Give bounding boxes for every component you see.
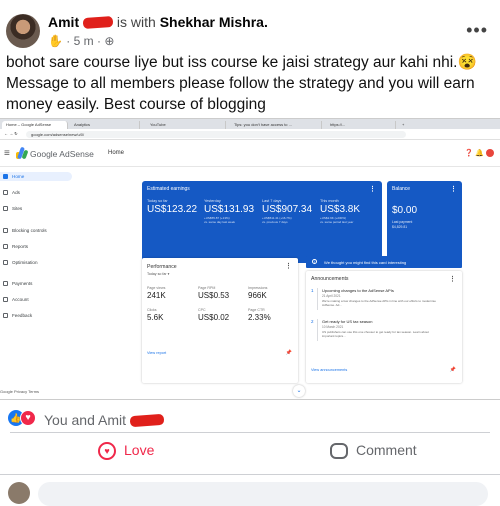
earnings-title: Estimated earnings	[147, 186, 190, 192]
browser-urlbar: ← → ↻ google.com/adsense/new/u/0/	[0, 129, 500, 140]
tagged-name[interactable]: Shekhar Mishra.	[160, 14, 268, 30]
performance-range: Today so far ▾	[147, 272, 170, 276]
announcements-card: Announcements ⋮ 1 Upcoming changes to th…	[306, 271, 462, 383]
comment-input[interactable]	[38, 482, 488, 506]
earnings-this-month: This month US$3.8K +US$2.9K (+230%) vs. …	[320, 199, 361, 224]
help-icon: ❓	[464, 150, 474, 157]
post-text: bohot sare course liye but iss course ke…	[6, 54, 477, 113]
pin-icon: 📌	[449, 367, 456, 373]
comment-composer	[0, 476, 500, 506]
browser-tab: YouTube	[146, 121, 226, 129]
nav-footer: Google Privacy Terms	[0, 389, 40, 394]
bell-icon: 🔔	[475, 150, 485, 157]
performance-menu-icon: ⋮	[285, 263, 292, 270]
love-button[interactable]: ♥ Love	[98, 442, 154, 468]
url-field: google.com/adsense/new/u/0/	[26, 131, 406, 138]
chevron-down-icon: ⌄	[293, 385, 305, 397]
adsense-sidenav: Home Ads Sites Blocking controls Reports…	[0, 167, 80, 399]
redaction-scribble	[82, 15, 114, 30]
nav-item-feedback: Feedback	[0, 311, 72, 320]
nav-arrows-icon: ← → ↻	[4, 131, 18, 136]
nav-item-payments: Payments	[0, 279, 72, 288]
author-line: Amit is with Shekhar Mishra.	[48, 14, 268, 30]
view-announcements-link: View announcements	[311, 368, 348, 372]
announcements-title: Announcements	[311, 276, 349, 282]
announcements-menu-icon: ⋮	[449, 276, 456, 283]
performance-title: Performance	[147, 264, 177, 270]
balance-menu-icon: ⋮	[450, 186, 457, 193]
adsense-header: ≡ Google AdSense Home ❓ 🔔	[0, 141, 500, 167]
metric-page-ctr: Page CTR 2.33%	[248, 308, 271, 322]
hamburger-icon: ≡	[4, 148, 10, 159]
adsense-logo-icon	[16, 146, 29, 160]
earnings-menu-icon: ⋮	[369, 186, 376, 193]
recommendation-text: We thought you might find this card inte…	[324, 260, 407, 265]
performance-card: Performance ⋮ Today so far ▾ Page views …	[142, 258, 298, 383]
with-text: is with	[116, 14, 156, 30]
metric-cpc: CPC US$0.02	[198, 308, 230, 322]
page-title: Home	[108, 150, 125, 156]
post-time[interactable]: 5 m	[74, 34, 94, 48]
info-icon: i	[312, 259, 317, 264]
metric-page-rpm: Page RPM US$0.53	[198, 286, 230, 300]
browser-tab: Tips: you don't have access to ...	[230, 121, 322, 129]
browser-tab: https://...	[326, 121, 396, 129]
metric-impressions: Impressions 966K	[248, 286, 268, 300]
nav-item-account: Account	[0, 295, 72, 304]
reactions-row[interactable]: 👍 ♥ You and Amit	[0, 406, 500, 432]
estimated-earnings-card: Estimated earnings ⋮ Today so far US$123…	[142, 181, 382, 263]
metric-page-views: Page views 241K	[147, 286, 166, 300]
nav-item-reports: Reports	[0, 242, 72, 251]
browser-tab: Home – Google AdSense	[2, 121, 68, 129]
balance-value: $0.00	[392, 205, 418, 216]
balance-title: Balance	[392, 186, 411, 192]
browser-tab: Analytics	[70, 121, 140, 129]
post-header: Amit is with Shekhar Mishra. ✋ · 5 m · ⊕…	[0, 0, 500, 52]
heart-icon: ♥	[98, 442, 116, 461]
earnings-today: Today so far US$123.22	[147, 199, 198, 215]
comment-icon	[330, 443, 348, 460]
reactions-summary[interactable]: You and Amit	[44, 412, 165, 428]
header-icons: ❓ 🔔	[464, 149, 494, 158]
new-tab-button: +	[402, 122, 405, 127]
author-avatar[interactable]	[6, 14, 40, 48]
globe-icon: ⊕	[104, 34, 115, 48]
nav-item-sites: Sites	[0, 204, 72, 213]
nav-item-home: Home	[0, 172, 72, 181]
earnings-yesterday: Yesterday US$131.93 +US$55.87 (+13%) vs.…	[204, 199, 255, 224]
commenter-avatar	[8, 482, 30, 504]
wave-icon: ✋	[48, 34, 63, 48]
post-meta: ✋ · 5 m · ⊕	[48, 34, 115, 48]
post-image-adsense-screenshot[interactable]: Home – Google AdSense Analytics YouTube …	[0, 118, 500, 400]
divider	[0, 474, 500, 475]
nav-item-optimisation: Optimisation	[0, 258, 72, 267]
browser-tabbar: Home – Google AdSense Analytics YouTube …	[0, 119, 500, 129]
post-actions: ♥ Love Comment	[0, 438, 500, 472]
balance-card: Balance ⋮ $0.00 Last payment $4,829.81	[387, 181, 462, 263]
app-title: Google AdSense	[30, 149, 94, 159]
account-avatar	[486, 149, 494, 158]
recommendation-bar: i We thought you might find this card in…	[306, 256, 462, 268]
pin-icon: 📌	[285, 350, 292, 356]
author-name[interactable]: Amit	[48, 14, 79, 30]
earnings-last-7-days: Last 7 days US$907.34 +US$511.41 (+16.7%…	[262, 199, 313, 224]
love-reaction-icon: ♥	[20, 410, 36, 426]
metric-clicks: Clicks 5.6K	[147, 308, 164, 322]
comment-button[interactable]: Comment	[330, 442, 417, 468]
divider	[10, 432, 490, 433]
nav-item-blocking: Blocking controls	[0, 226, 72, 235]
redaction-scribble	[129, 413, 165, 428]
nav-item-ads: Ads	[0, 188, 72, 197]
balance-sub: Last payment $4,829.81	[392, 220, 413, 229]
more-options-icon[interactable]: •••	[466, 20, 488, 41]
view-report-link: View report	[147, 351, 167, 355]
